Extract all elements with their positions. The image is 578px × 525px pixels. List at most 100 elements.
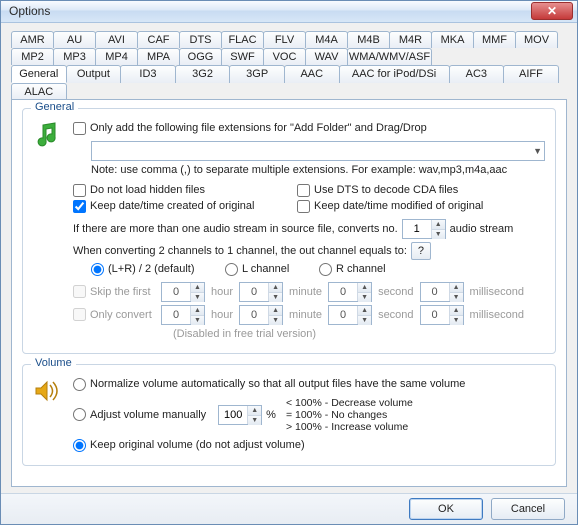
tab-mp4[interactable]: MP4 xyxy=(95,48,138,65)
conv-second-spinner: ▲▼ xyxy=(328,305,372,325)
tab-ac3[interactable]: AC3 xyxy=(449,65,505,83)
volume-group: Volume Normalize volume automatically so… xyxy=(22,364,556,466)
skip-hour-input xyxy=(162,283,190,301)
volume-hint-eq: = 100% - No changes xyxy=(286,409,413,421)
tab-mp2[interactable]: MP2 xyxy=(11,48,54,65)
only-add-extensions-input[interactable] xyxy=(73,122,86,135)
spinner-arrows[interactable]: ▲▼ xyxy=(431,220,445,238)
extensions-combo[interactable]: ▼ xyxy=(91,141,545,161)
volume-adjust-input[interactable] xyxy=(73,408,86,421)
conv-ms-spinner: ▲▼ xyxy=(420,305,464,325)
volume-adjust-radio[interactable]: Adjust volume manually xyxy=(73,408,206,421)
tab-mpa[interactable]: MPA xyxy=(137,48,180,65)
trial-note: (Disabled in free trial version) xyxy=(173,328,545,340)
unit-hour: hour xyxy=(211,286,233,298)
skip-ms-spinner: ▲▼ xyxy=(420,282,464,302)
tab-ogg[interactable]: OGG xyxy=(179,48,222,65)
downmix-l-radio[interactable]: L channel xyxy=(225,263,315,276)
tab-aac[interactable]: AAC xyxy=(284,65,340,83)
tab-flv[interactable]: FLV xyxy=(263,31,306,48)
tab-au[interactable]: AU xyxy=(53,31,96,48)
unit-ms-2: millisecond xyxy=(470,309,524,321)
general-group: General Only add the following file exte… xyxy=(22,108,556,354)
volume-percent-input[interactable] xyxy=(219,406,247,424)
tab-aac-ipod[interactable]: AAC for iPod/DSi xyxy=(339,65,450,83)
conv-ms-input xyxy=(421,306,449,324)
dts-decode-checkbox[interactable]: Use DTS to decode CDA files xyxy=(297,184,458,197)
chevron-down-icon: ▼ xyxy=(533,146,542,156)
tab-voc[interactable]: VOC xyxy=(263,48,306,65)
unit-second: second xyxy=(378,286,413,298)
tab-swf[interactable]: SWF xyxy=(221,48,264,65)
downmix-l-label: L channel xyxy=(242,263,289,275)
only-convert-checkbox: Only convert xyxy=(73,308,157,321)
tab-avi[interactable]: AVI xyxy=(95,31,138,48)
downmix-r-label: R channel xyxy=(336,263,386,275)
stream-number-spinner[interactable]: ▲▼ xyxy=(402,219,446,239)
tabstrip-main: General Output ID3 3G2 3GP AAC AAC for i… xyxy=(11,65,567,100)
downmix-help-button[interactable]: ? xyxy=(411,242,431,260)
skip-second-spinner: ▲▼ xyxy=(328,282,372,302)
spinner-arrows[interactable]: ▲▼ xyxy=(247,406,261,424)
tab-caf[interactable]: CAF xyxy=(137,31,180,48)
unit-hour-2: hour xyxy=(211,309,233,321)
unit-ms: millisecond xyxy=(470,286,524,298)
tab-mov[interactable]: MOV xyxy=(515,31,558,48)
skip-first-label: Skip the first xyxy=(90,286,151,298)
tabstrip-formats-row1: AMR AU AVI CAF DTS FLAC FLV M4A M4B M4R … xyxy=(11,31,567,65)
volume-hints: < 100% - Decrease volume = 100% - No cha… xyxy=(286,397,413,433)
tab-id3[interactable]: ID3 xyxy=(120,65,176,83)
downmix-lr-input[interactable] xyxy=(91,263,104,276)
skip-hour-spinner: ▲▼ xyxy=(161,282,205,302)
tab-mp3[interactable]: MP3 xyxy=(53,48,96,65)
tab-3gp[interactable]: 3GP xyxy=(229,65,285,83)
downmix-l-input[interactable] xyxy=(225,263,238,276)
tab-alac[interactable]: ALAC xyxy=(11,83,67,100)
unit-second-2: second xyxy=(378,309,413,321)
volume-keep-radio[interactable]: Keep original volume (do not adjust volu… xyxy=(73,439,305,452)
cancel-button[interactable]: Cancel xyxy=(491,498,565,520)
close-button[interactable]: ✕ xyxy=(531,2,573,20)
keep-created-checkbox[interactable]: Keep date/time created of original xyxy=(73,200,293,213)
only-add-extensions-checkbox[interactable]: Only add the following file extensions f… xyxy=(73,122,427,135)
hidden-files-checkbox[interactable]: Do not load hidden files xyxy=(73,184,293,197)
tab-aiff[interactable]: AIFF xyxy=(503,65,559,83)
stream-number-input[interactable] xyxy=(403,220,431,238)
tab-dts[interactable]: DTS xyxy=(179,31,222,48)
tab-flac[interactable]: FLAC xyxy=(221,31,264,48)
ok-button[interactable]: OK xyxy=(409,498,483,520)
tab-mmf[interactable]: MMF xyxy=(473,31,516,48)
tab-m4b[interactable]: M4B xyxy=(347,31,390,48)
keep-created-input[interactable] xyxy=(73,200,86,213)
hidden-files-input[interactable] xyxy=(73,184,86,197)
keep-modified-input[interactable] xyxy=(297,200,310,213)
volume-normalize-input[interactable] xyxy=(73,378,86,391)
keep-modified-checkbox[interactable]: Keep date/time modified of original xyxy=(297,200,483,213)
downmix-r-input[interactable] xyxy=(319,263,332,276)
tab-output[interactable]: Output xyxy=(66,65,122,83)
tab-m4a[interactable]: M4A xyxy=(305,31,348,48)
unit-minute-2: minute xyxy=(289,309,322,321)
tab-amr[interactable]: AMR xyxy=(11,31,54,48)
tab-m4r[interactable]: M4R xyxy=(389,31,432,48)
keep-created-label: Keep date/time created of original xyxy=(90,200,255,212)
volume-normalize-radio[interactable]: Normalize volume automatically so that a… xyxy=(73,378,465,391)
tab-wav[interactable]: WAV xyxy=(305,48,348,65)
options-window: Options ✕ AMR AU AVI CAF DTS FLAC FLV M4… xyxy=(0,0,578,525)
tab-3g2[interactable]: 3G2 xyxy=(175,65,231,83)
extensions-note: Note: use comma (,) to separate multiple… xyxy=(91,164,545,176)
speaker-icon xyxy=(33,377,61,405)
downmix-label: When converting 2 channels to 1 channel,… xyxy=(73,245,407,257)
dts-decode-input[interactable] xyxy=(297,184,310,197)
tab-general[interactable]: General xyxy=(11,65,67,83)
general-legend: General xyxy=(31,101,78,113)
tab-mka[interactable]: MKA xyxy=(431,31,474,48)
multi-stream-prefix: If there are more than one audio stream … xyxy=(73,223,398,235)
volume-percent-spinner[interactable]: ▲▼ xyxy=(218,405,262,425)
volume-keep-label: Keep original volume (do not adjust volu… xyxy=(90,439,305,451)
downmix-lr-radio[interactable]: (L+R) / 2 (default) xyxy=(91,263,221,276)
downmix-r-radio[interactable]: R channel xyxy=(319,263,386,276)
volume-hint-gt: > 100% - Increase volume xyxy=(286,421,413,433)
tab-wma-wmv-asf[interactable]: WMA/WMV/ASF xyxy=(347,48,432,65)
volume-keep-input[interactable] xyxy=(73,439,86,452)
